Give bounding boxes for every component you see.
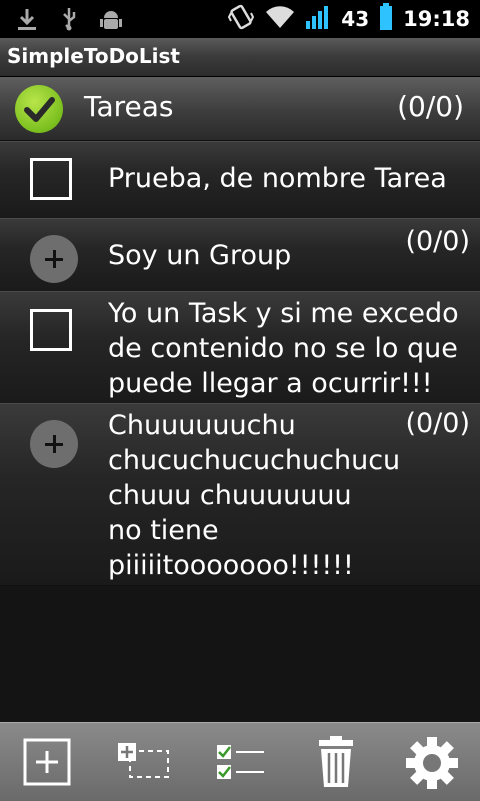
battery-icon	[379, 3, 393, 35]
list-item[interactable]: Prueba, de nombre Tarea	[0, 141, 480, 219]
list-item[interactable]: Chuuuuuuchu chucuchucuchuchucu chuuu chu…	[0, 403, 480, 586]
group-count: (0/0)	[405, 226, 470, 257]
group-count: (0/0)	[405, 408, 470, 439]
usb-icon	[56, 6, 82, 32]
task-text: Prueba, de nombre Tarea	[108, 163, 447, 194]
task-checkbox[interactable]	[30, 158, 72, 200]
status-bar: 43 19:18	[0, 0, 480, 38]
bottom-toolbar	[0, 722, 480, 801]
list-item[interactable]: Yo un Task y si me excedo de contenido n…	[0, 291, 480, 404]
settings-gear-icon[interactable]	[404, 735, 460, 791]
app-title: SimpleToDoList	[7, 44, 180, 68]
app-title-bar: SimpleToDoList	[0, 38, 480, 77]
list-item[interactable]: Soy un Group (0/0)	[0, 218, 480, 292]
checkmark-icon	[15, 85, 63, 133]
trash-icon[interactable]	[308, 735, 364, 791]
expand-plus-icon[interactable]	[30, 235, 78, 283]
add-group-icon[interactable]	[116, 735, 172, 791]
android-debug-icon	[98, 6, 124, 32]
download-icon	[14, 6, 40, 32]
list-count: (0/0)	[397, 90, 464, 123]
list-title: Tareas	[84, 90, 174, 123]
notification-icons	[14, 6, 124, 32]
add-task-icon[interactable]	[20, 735, 76, 791]
list-header[interactable]: Tareas (0/0)	[0, 77, 480, 141]
task-text: Yo un Task y si me excedo de contenido n…	[108, 298, 459, 399]
checklist-icon[interactable]	[212, 735, 268, 791]
signal-icon	[305, 3, 331, 35]
expand-plus-icon[interactable]	[30, 420, 78, 468]
battery-level: 43	[341, 7, 370, 31]
wifi-icon	[265, 4, 295, 34]
system-icons: 43 19:18	[227, 3, 470, 35]
vibrate-icon	[227, 3, 255, 35]
clock: 19:18	[403, 7, 470, 31]
task-checkbox[interactable]	[30, 309, 72, 351]
